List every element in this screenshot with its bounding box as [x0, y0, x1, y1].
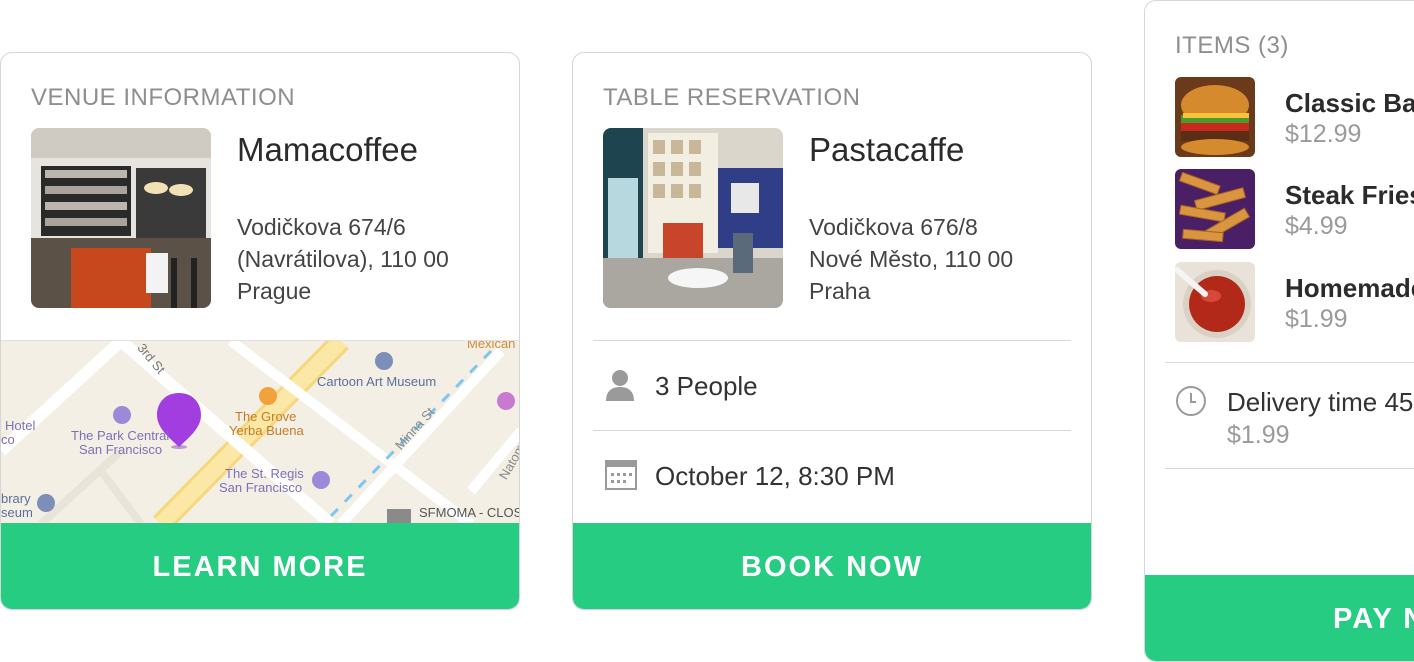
- section-title: TABLE RESERVATION: [603, 84, 861, 111]
- list-item[interactable]: Steak Fries $4.99: [1145, 168, 1414, 252]
- date-row[interactable]: October 12, 8:30 PM: [573, 431, 1091, 521]
- map-label: Yerba Buena: [229, 423, 304, 438]
- list-item[interactable]: Homemade $1.99: [1145, 261, 1414, 345]
- address-line: (Navrátilova), 110 00: [237, 246, 449, 272]
- item-name: Homemade: [1285, 273, 1414, 303]
- venue-address: Vodičkova 674/6 (Navrátilova), 110 00 Pr…: [237, 211, 449, 307]
- item-name: Steak Fries: [1285, 180, 1414, 210]
- venue-name: Pastacaffe: [809, 131, 965, 168]
- clock-icon: [1175, 385, 1207, 422]
- venue-name: Mamacoffee: [237, 131, 418, 168]
- order-card: ITEMS (3) Classic Bac $12.99: [1144, 0, 1414, 662]
- people-count: 3 People: [655, 371, 758, 401]
- map-label: Cartoon Art Museum: [317, 374, 437, 389]
- map-label: brary: [1, 491, 31, 506]
- burger-icon: [1175, 77, 1255, 157]
- delivery-row[interactable]: Delivery time 45 $1.99: [1145, 363, 1414, 467]
- address-line: Praha: [809, 278, 871, 304]
- reservation-datetime: October 12, 8:30 PM: [655, 461, 895, 491]
- venue-map[interactable]: 3rd St Mexican Cartoon Art Museum The Gr…: [1, 340, 520, 524]
- item-price: $12.99: [1285, 120, 1362, 148]
- delivery-time: Delivery time 45: [1227, 387, 1414, 417]
- section-title: ITEMS (3): [1175, 32, 1289, 59]
- map-label: The Park Central: [71, 428, 170, 443]
- venue-photo: [31, 128, 211, 308]
- person-icon: [605, 369, 635, 406]
- address-line: Nové Město, 110 00: [809, 246, 1014, 272]
- map-label: Hotel: [5, 418, 36, 433]
- item-price: $4.99: [1285, 212, 1348, 240]
- reservation-card: TABLE RESERVATION Pastacaffe Vodičkova 6…: [572, 52, 1092, 610]
- map-label: The St. Regis: [225, 466, 304, 481]
- ketchup-icon: [1175, 262, 1255, 342]
- calendar-icon: [605, 459, 637, 496]
- venue-address: Vodičkova 676/8 Nové Město, 110 00 Praha: [809, 211, 1013, 307]
- map-label: co: [1, 432, 15, 447]
- list-item[interactable]: Classic Bac $12.99: [1145, 76, 1414, 160]
- map-label: San Francisco: [79, 442, 163, 457]
- people-row[interactable]: 3 People: [573, 341, 1091, 429]
- address-line: Vodičkova 674/6: [237, 214, 406, 240]
- section-title: VENUE INFORMATION: [31, 84, 296, 111]
- address-line: Prague: [237, 278, 312, 304]
- book-now-button[interactable]: BOOK NOW: [573, 523, 1091, 609]
- map-label: Mexican: [467, 340, 516, 351]
- learn-more-button[interactable]: LEARN MORE: [1, 523, 519, 609]
- venue-card: VENUE INFORMATION Mamacoffee Vodičkova 6…: [0, 52, 520, 610]
- address-line: Vodičkova 676/8: [809, 214, 978, 240]
- map-label: seum: [1, 505, 33, 520]
- divider: [1165, 468, 1414, 469]
- map-label: The Grove: [235, 409, 297, 424]
- item-price: $1.99: [1285, 305, 1348, 333]
- fries-icon: [1175, 169, 1255, 249]
- map-label: SFMOMA - CLOS: [419, 505, 520, 520]
- venue-photo: [603, 128, 783, 308]
- delivery-price: $1.99: [1227, 421, 1290, 449]
- item-name: Classic Bac: [1285, 88, 1414, 118]
- map-label: San Francisco: [219, 480, 303, 495]
- pay-now-button[interactable]: PAY N: [1145, 575, 1414, 661]
